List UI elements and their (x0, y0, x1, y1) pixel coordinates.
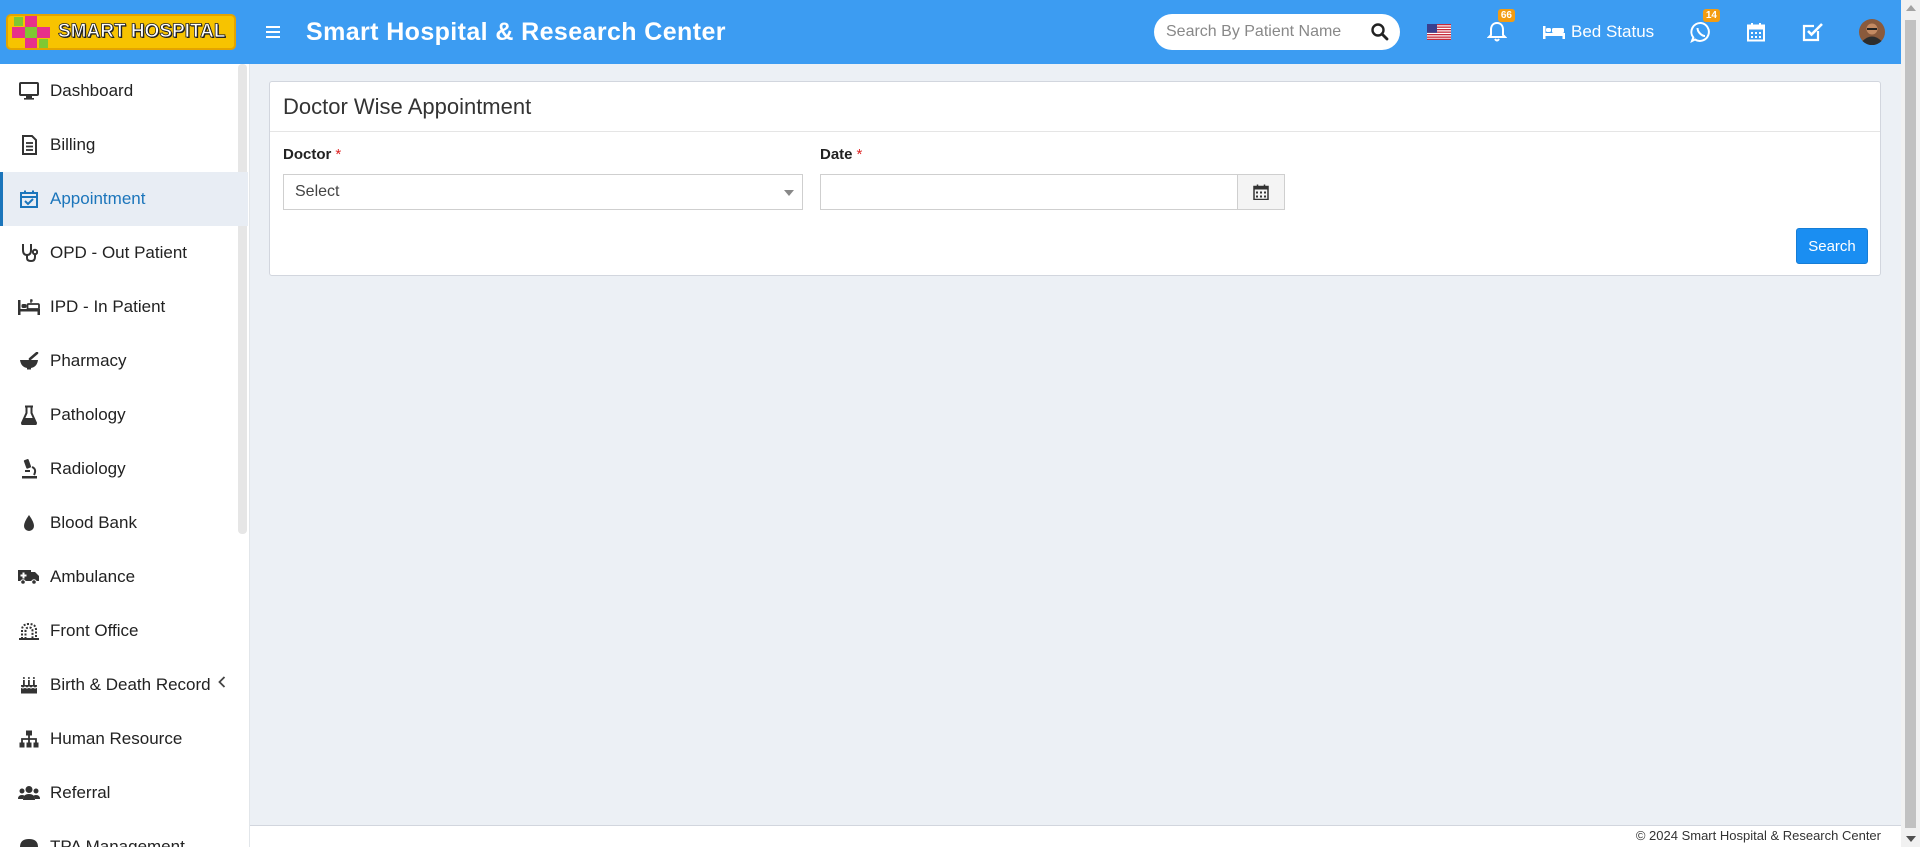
scroll-down-arrow-icon[interactable] (1906, 836, 1916, 842)
dropdown-caret-icon (784, 190, 794, 196)
menu-icon[interactable] (266, 26, 290, 38)
sidebar-item-ambulance[interactable]: Ambulance (0, 550, 248, 604)
user-profile-button[interactable] (1859, 18, 1885, 46)
sidebar-item-appointment[interactable]: Appointment (0, 172, 248, 226)
sidebar-item-label: TPA Management (50, 837, 185, 847)
doctor-select[interactable]: Select (283, 174, 803, 210)
sidebar-item-front-office[interactable]: Front Office (0, 604, 248, 658)
mortar-pestle-icon (18, 350, 40, 372)
calendar-icon (1253, 184, 1269, 200)
date-field (820, 174, 1285, 210)
logo-text: SMART HOSPITAL (58, 21, 226, 43)
tasks-button[interactable] (1802, 18, 1824, 46)
required-mark: * (335, 146, 342, 163)
bell-icon (1487, 21, 1507, 42)
doctor-label-text: Doctor (283, 146, 332, 163)
whatsapp-button[interactable]: 14 (1690, 9, 1720, 46)
required-mark: * (856, 146, 863, 163)
search-icon[interactable] (1370, 22, 1390, 42)
sidebar-item-ipd[interactable]: IPD - In Patient (0, 280, 248, 334)
microscope-icon (18, 458, 40, 480)
whatsapp-badge: 14 (1702, 9, 1720, 22)
users-icon (18, 782, 40, 804)
doctor-select-value: Select (295, 183, 340, 200)
sidebar-item-label: Billing (50, 135, 96, 154)
sidebar-item-birth-death-record[interactable]: Birth & Death Record (0, 658, 248, 712)
calendar-icon (1747, 23, 1765, 42)
footer-copyright: © 2024 Smart Hospital & Research Center (1635, 828, 1881, 843)
sidebar-item-label: Human Resource (50, 729, 183, 748)
sidebar-item-blood-bank[interactable]: Blood Bank (0, 496, 248, 550)
main-content: Doctor Wise Appointment Doctor * Select D… (250, 64, 1901, 825)
scroll-up-arrow-icon[interactable] (1906, 5, 1916, 11)
sidebar-item-radiology[interactable]: Radiology (0, 442, 248, 496)
hospital-logo[interactable]: SMART HOSPITAL (6, 14, 236, 50)
sidebar-item-label: Birth & Death Record (50, 675, 211, 694)
blood-drop-icon (18, 512, 40, 534)
sidebar-item-label: Dashboard (50, 81, 134, 100)
date-label: Date * (820, 146, 862, 163)
chevron-left-icon (218, 676, 226, 688)
sidebar-item-label: Blood Bank (50, 513, 137, 532)
sidebar-item-label: IPD - In Patient (50, 297, 166, 316)
sidebar-item-tpa-management[interactable]: TPA Management (0, 820, 248, 847)
hospital-bed-icon (18, 296, 40, 318)
sitemap-icon (18, 728, 40, 750)
sidebar-item-label: Ambulance (50, 567, 136, 586)
doctor-label: Doctor * (283, 146, 341, 163)
monitor-icon (18, 80, 40, 102)
sidebar-item-human-resource[interactable]: Human Resource (0, 712, 248, 766)
whatsapp-icon (1690, 22, 1710, 43)
task-check-icon (1802, 23, 1823, 42)
bed-status-button[interactable]: Bed Status (1543, 18, 1654, 46)
date-picker-button[interactable] (1237, 175, 1284, 209)
panel-title: Doctor Wise Appointment (270, 82, 1880, 132)
sidebar-item-pharmacy[interactable]: Pharmacy (0, 334, 248, 388)
patient-search (1154, 14, 1400, 50)
top-navbar: SMART HOSPITAL Smart Hospital & Research… (0, 0, 1901, 64)
calendar-check-icon (18, 188, 40, 210)
calendar-button[interactable] (1746, 18, 1766, 46)
patient-search-input[interactable] (1166, 23, 1356, 41)
bed-status-label: Bed Status (1571, 22, 1655, 41)
birthday-cake-icon (18, 674, 40, 696)
medical-cross-icon (8, 16, 54, 48)
doctor-wise-appointment-panel: Doctor Wise Appointment Doctor * Select D… (269, 81, 1881, 276)
sidebar-item-label: Pharmacy (50, 351, 127, 370)
us-flag-icon (1427, 24, 1451, 40)
search-button[interactable]: Search (1796, 228, 1868, 264)
footer: © 2024 Smart Hospital & Research Center (250, 825, 1901, 847)
bed-icon (1543, 26, 1565, 39)
sidebar-item-label: Appointment (50, 189, 146, 208)
sidebar-item-label: Radiology (50, 459, 126, 478)
logo-container[interactable]: SMART HOSPITAL (0, 0, 250, 64)
sidebar-item-label: Front Office (50, 621, 139, 640)
sidebar: Dashboard Billing Appointment OPD - Out … (0, 64, 250, 847)
app-title: Smart Hospital & Research Center (306, 17, 726, 46)
date-label-text: Date (820, 146, 853, 163)
flask-icon (18, 404, 40, 426)
sidebar-item-dashboard[interactable]: Dashboard (0, 64, 248, 118)
sidebar-item-label: Pathology (50, 405, 126, 424)
sidebar-item-label: OPD - Out Patient (50, 243, 187, 262)
page-scrollbar[interactable] (1901, 0, 1920, 847)
stethoscope-icon (18, 242, 40, 264)
scrollbar-thumb[interactable] (1905, 20, 1916, 828)
ambulance-icon (18, 566, 40, 588)
sidebar-item-opd[interactable]: OPD - Out Patient (0, 226, 248, 280)
sidebar-item-billing[interactable]: Billing (0, 118, 248, 172)
notifications-button[interactable]: 66 (1487, 9, 1515, 46)
sidebar-item-referral[interactable]: Referral (0, 766, 248, 820)
language-selector[interactable] (1427, 18, 1451, 46)
umbrella-icon (18, 836, 40, 847)
billing-icon (18, 134, 40, 156)
sidebar-item-label: Referral (50, 783, 111, 802)
front-office-icon (18, 620, 40, 642)
user-avatar (1859, 19, 1885, 45)
sidebar-item-pathology[interactable]: Pathology (0, 388, 248, 442)
date-input[interactable] (821, 175, 1237, 209)
notification-badge: 66 (1497, 9, 1515, 22)
